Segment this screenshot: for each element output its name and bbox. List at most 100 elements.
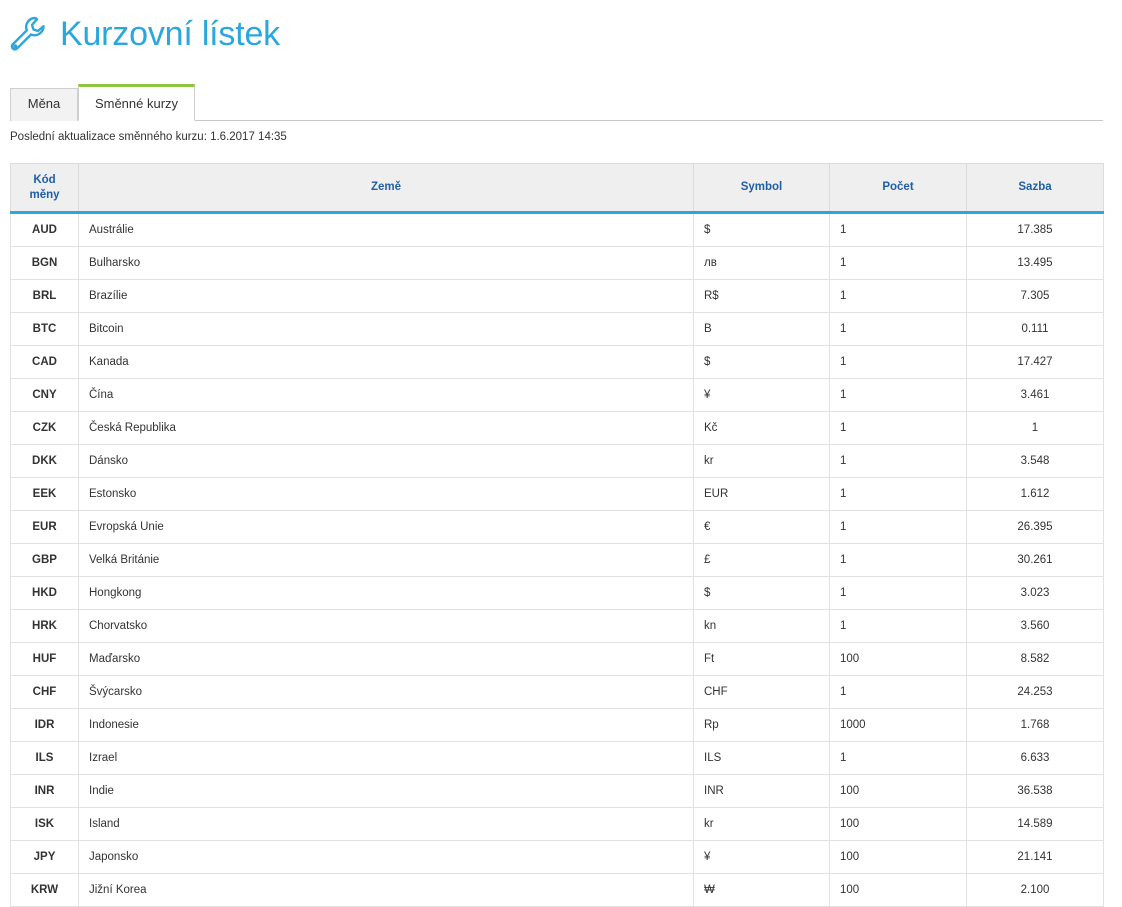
table-row: EEK Estonsko EUR 1 1.612: [10, 477, 1104, 511]
table-row: INR Indie INR 100 36.538: [10, 774, 1104, 808]
cell-symbol: kn: [693, 609, 830, 643]
cell-country: Chorvatsko: [78, 609, 694, 643]
cell-country: Estonsko: [78, 477, 694, 511]
cell-count: 1: [829, 477, 967, 511]
cell-code: BRL: [10, 279, 79, 313]
table-row: DKK Dánsko kr 1 3.548: [10, 444, 1104, 478]
cell-code: GBP: [10, 543, 79, 577]
cell-count: 1000: [829, 708, 967, 742]
table-row: CHF Švýcarsko CHF 1 24.253: [10, 675, 1104, 709]
cell-rate: 7.305: [966, 279, 1104, 313]
cell-country: Dánsko: [78, 444, 694, 478]
cell-count: 1: [829, 246, 967, 280]
cell-rate: 1: [966, 411, 1104, 445]
cell-count: 100: [829, 873, 967, 907]
cell-count: 1: [829, 212, 967, 247]
cell-country: Švýcarsko: [78, 675, 694, 709]
cell-code: EUR: [10, 510, 79, 544]
cell-code: CHF: [10, 675, 79, 709]
cell-country: Izrael: [78, 741, 694, 775]
cell-rate: 8.582: [966, 642, 1104, 676]
column-header-count[interactable]: Počet: [829, 163, 967, 214]
cell-code: JPY: [10, 840, 79, 874]
cell-code: AUD: [10, 212, 79, 247]
tab-smenne-kurzy[interactable]: Směnné kurzy: [78, 84, 195, 121]
cell-symbol: B: [693, 312, 830, 346]
page-title: Kurzovní lístek: [60, 15, 280, 53]
cell-country: Evropská Unie: [78, 510, 694, 544]
cell-country: Brazílie: [78, 279, 694, 313]
cell-rate: 3.461: [966, 378, 1104, 412]
cell-country: Indie: [78, 774, 694, 808]
cell-rate: 13.495: [966, 246, 1104, 280]
table-row: JPY Japonsko ¥100 21.141: [10, 840, 1104, 874]
column-header-code-line1: Kód: [33, 173, 56, 186]
cell-symbol: $: [693, 576, 830, 610]
cell-code: ILS: [10, 741, 79, 775]
cell-country: Maďarsko: [78, 642, 694, 676]
tab-mena[interactable]: Měna: [10, 88, 78, 121]
table-row: IDR Indonesie Rp 1000 1.768: [10, 708, 1104, 742]
cell-code: EEK: [10, 477, 79, 511]
cell-rate: 14.589: [966, 807, 1104, 841]
cell-code: HKD: [10, 576, 79, 610]
table-row: BTC Bitcoin B 1 0.111: [10, 312, 1104, 346]
cell-rate: 21.141: [966, 840, 1104, 874]
cell-code: ISK: [10, 807, 79, 841]
page-header: Kurzovní lístek: [8, 12, 280, 56]
cell-country: Čína: [78, 378, 694, 412]
cell-rate: 3.548: [966, 444, 1104, 478]
column-header-symbol[interactable]: Symbol: [693, 163, 830, 214]
cell-symbol: $: [693, 212, 830, 247]
table-row: HRK Chorvatsko kn 1 3.560: [10, 609, 1104, 643]
cell-code: BGN: [10, 246, 79, 280]
cell-rate: 2.100: [966, 873, 1104, 907]
table-header-row: Kód měny Země Symbol Počet Sazba: [10, 163, 1104, 214]
cell-count: 1: [829, 510, 967, 544]
cell-count: 100: [829, 807, 967, 841]
cell-country: Austrálie: [78, 212, 694, 247]
cell-rate: 6.633: [966, 741, 1104, 775]
cell-count: 100: [829, 642, 967, 676]
last-update-text: Poslední aktualizace směnného kurzu: 1.6…: [10, 131, 287, 143]
cell-code: CAD: [10, 345, 79, 379]
cell-country: Kanada: [78, 345, 694, 379]
cell-rate: 1.612: [966, 477, 1104, 511]
cell-code: BTC: [10, 312, 79, 346]
cell-code: INR: [10, 774, 79, 808]
cell-count: 1: [829, 411, 967, 445]
cell-rate: 26.395: [966, 510, 1104, 544]
table-row: CZK Česká Republika Kč 1 1: [10, 411, 1104, 445]
column-header-rate[interactable]: Sazba: [966, 163, 1104, 214]
cell-code: CNY: [10, 378, 79, 412]
cell-count: 1: [829, 741, 967, 775]
table-row: ILS Izrael ILS 1 6.633: [10, 741, 1104, 775]
cell-rate: 30.261: [966, 543, 1104, 577]
table-row: HUF Maďarsko Ft 100 8.582: [10, 642, 1104, 676]
cell-rate: 36.538: [966, 774, 1104, 808]
cell-count: 1: [829, 279, 967, 313]
cell-symbol: R$: [693, 279, 830, 313]
column-header-code-line2: měny: [29, 188, 60, 201]
column-header-country[interactable]: Země: [78, 163, 694, 214]
cell-code: HRK: [10, 609, 79, 643]
cell-symbol: ¥: [693, 840, 830, 874]
cell-symbol: ¥: [693, 378, 830, 412]
cell-symbol: лв: [693, 246, 830, 280]
cell-rate: 1.768: [966, 708, 1104, 742]
cell-code: IDR: [10, 708, 79, 742]
cell-symbol: kr: [693, 807, 830, 841]
cell-count: 1: [829, 609, 967, 643]
cell-country: Indonesie: [78, 708, 694, 742]
cell-rate: 17.427: [966, 345, 1104, 379]
table-row: HKD Hongkong $1 3.023: [10, 576, 1104, 610]
cell-rate: 0.111: [966, 312, 1104, 346]
column-header-code[interactable]: Kód měny: [10, 163, 79, 214]
cell-code: DKK: [10, 444, 79, 478]
wrench-icon: [8, 14, 48, 54]
cell-country: Japonsko: [78, 840, 694, 874]
table-row: CAD Kanada $1 17.427: [10, 345, 1104, 379]
cell-symbol: Kč: [693, 411, 830, 445]
cell-country: Hongkong: [78, 576, 694, 610]
cell-count: 1: [829, 378, 967, 412]
